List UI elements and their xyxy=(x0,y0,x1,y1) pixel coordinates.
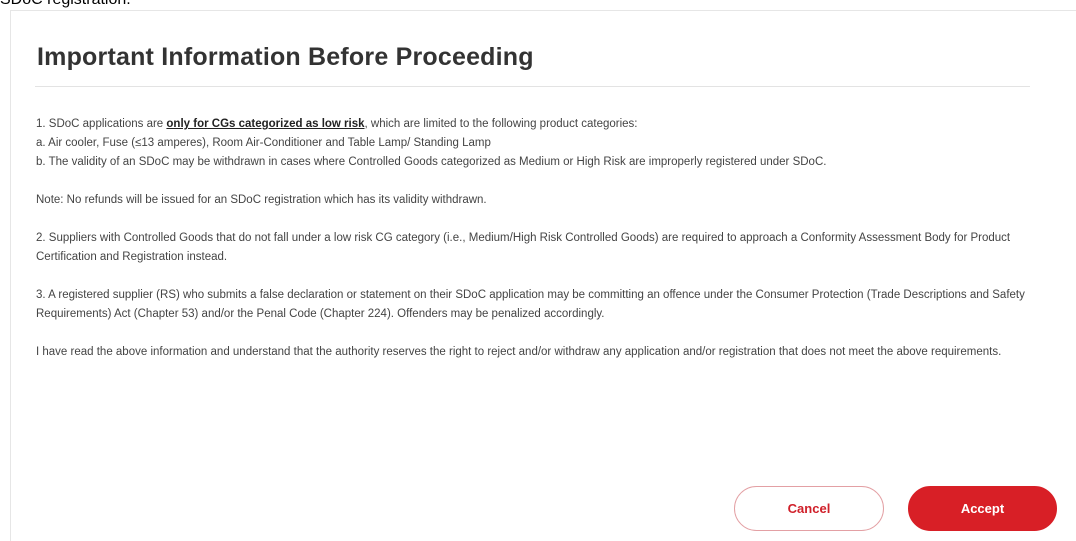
item-1-emphasis: only for CGs categorized as low risk xyxy=(166,118,365,130)
note-text: Note: No refunds will be issued for an S… xyxy=(36,194,487,206)
modal-title: Important Information Before Proceeding xyxy=(37,43,534,71)
item-1-b: b. The validity of an SDoC may be withdr… xyxy=(36,156,827,168)
item-1-a: a. Air cooler, Fuse (≤13 amperes), Room … xyxy=(36,137,491,149)
page-caption: SDoC registration. xyxy=(0,0,131,9)
cancel-button-label: Cancel xyxy=(787,501,831,516)
item-1-suffix: , which are limited to the following pro… xyxy=(364,118,638,130)
cancel-button[interactable]: Cancel xyxy=(734,486,884,531)
accept-button-label: Accept xyxy=(960,501,1005,516)
information-modal: Important Information Before Proceeding … xyxy=(10,10,1076,541)
acknowledgement-text: I have read the above information and un… xyxy=(36,346,1002,358)
item-3: 3. A registered supplier (RS) who submit… xyxy=(36,289,1025,320)
title-divider xyxy=(35,86,1030,87)
item-2: 2. Suppliers with Controlled Goods that … xyxy=(36,232,1011,263)
modal-body: 1. SDoC applications are only for CGs ca… xyxy=(36,115,1066,362)
accept-button[interactable]: Accept xyxy=(908,486,1057,531)
item-1: 1. SDoC applications are only for CGs ca… xyxy=(36,115,1066,134)
item-1-prefix: 1. SDoC applications are xyxy=(36,118,167,130)
